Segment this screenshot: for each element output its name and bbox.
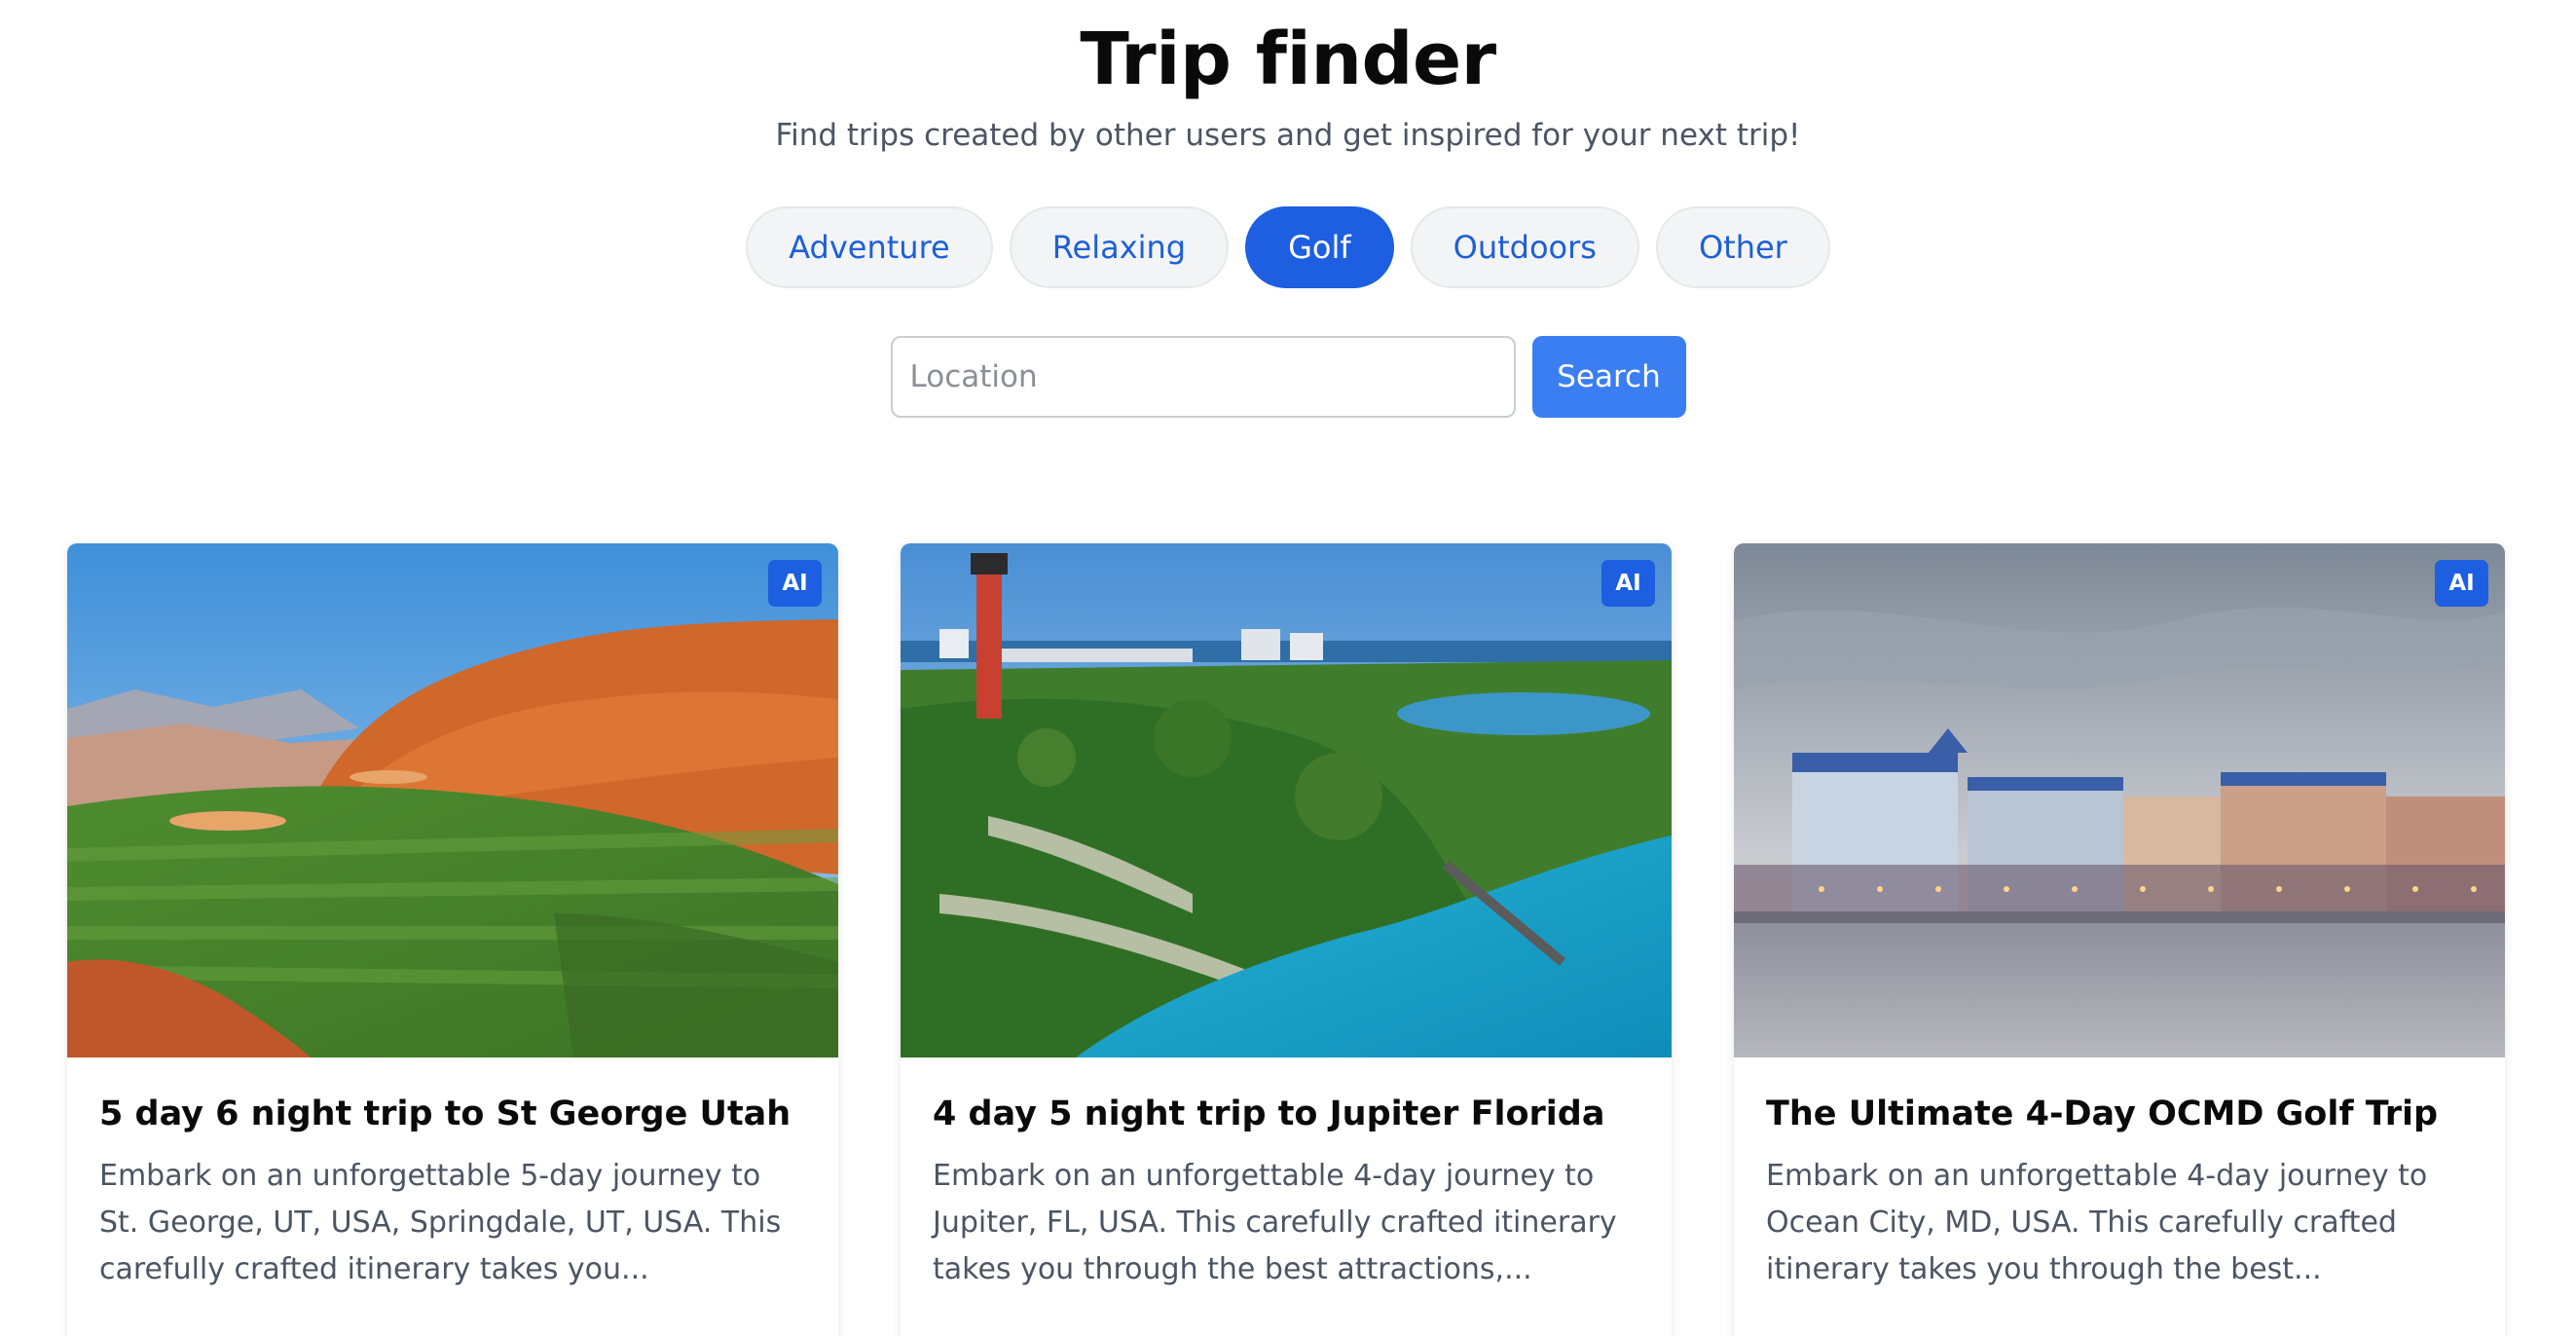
- category-filters: Adventure Relaxing Golf Outdoors Other: [0, 206, 2576, 288]
- location-input[interactable]: [890, 336, 1516, 418]
- card-title: 4 day 5 night trip to Jupiter Florida: [933, 1095, 1605, 1133]
- filter-golf[interactable]: Golf: [1245, 206, 1394, 288]
- filter-relaxing[interactable]: Relaxing: [1009, 206, 1230, 288]
- filter-outdoors[interactable]: Outdoors: [1410, 206, 1639, 288]
- trip-card[interactable]: AI The Ultimate 4-Day OCMD Golf Trip Emb…: [1734, 543, 2505, 1336]
- lighthouse-coast-photo: AI: [901, 543, 1672, 1058]
- card-description: Embark on an unforgettable 4-day journey…: [1766, 1159, 2428, 1286]
- golf-course-photo: AI: [67, 543, 838, 1058]
- card-description: Embark on an unforgettable 4-day journey…: [933, 1159, 1617, 1286]
- search-button[interactable]: Search: [1531, 336, 1686, 418]
- page-subtitle: Find trips created by other users and ge…: [775, 118, 1801, 153]
- ai-badge: AI: [768, 560, 822, 607]
- search-bar: Search: [0, 336, 2576, 418]
- card-title: The Ultimate 4-Day OCMD Golf Trip: [1766, 1095, 2439, 1133]
- trip-card[interactable]: AI 5 day 6 night trip to St George Utah …: [67, 543, 838, 1336]
- trip-cards: AI 5 day 6 night trip to St George Utah …: [67, 543, 2509, 1336]
- card-description: Embark on an unforgettable 5-day journey…: [99, 1159, 782, 1286]
- filter-adventure[interactable]: Adventure: [746, 206, 993, 288]
- ai-badge: AI: [1601, 560, 1655, 607]
- trip-card[interactable]: AI 4 day 5 night trip to Jupiter Florida…: [901, 543, 1672, 1336]
- page-title: Trip finder: [1080, 18, 1496, 101]
- boardwalk-hotel-photo: AI: [1734, 543, 2505, 1058]
- filter-other[interactable]: Other: [1655, 206, 1830, 288]
- card-title: 5 day 6 night trip to St George Utah: [99, 1095, 791, 1133]
- ai-badge: AI: [2435, 560, 2488, 607]
- trip-finder-page: Trip finder Find trips created by other …: [0, 0, 2576, 1336]
